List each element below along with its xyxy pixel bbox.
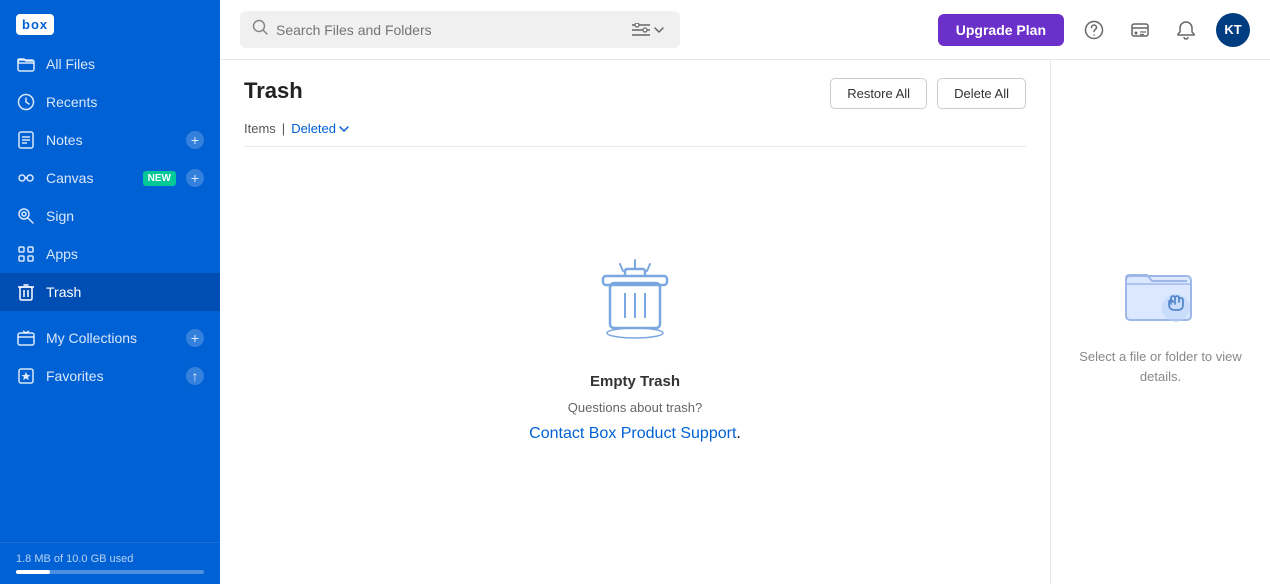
storage-bar-fill [16,570,50,574]
sidebar-item-label-notes: Notes [46,132,176,148]
favorites-add-button[interactable]: ↑ [186,367,204,385]
link-suffix: . [736,425,740,442]
sidebar-logo[interactable]: box [0,0,220,45]
storage-used-text: 1.8 MB of 10.0 GB used [16,553,133,565]
relay-icon[interactable] [1124,14,1156,46]
notes-icon [16,130,36,150]
sidebar-item-apps[interactable]: Apps [0,235,220,273]
favorites-icon [16,366,36,386]
sidebar-item-label-apps: Apps [46,246,204,262]
header: Upgrade Plan [220,0,1270,60]
collections-icon [16,328,36,348]
sidebar-item-notes[interactable]: Notes + [0,121,220,159]
sidebar-item-my-collections[interactable]: My Collections + [0,319,220,357]
filter-deleted-label: Deleted [291,121,336,136]
sidebar-item-trash[interactable]: Trash [0,273,220,311]
sidebar-item-label-trash: Trash [46,284,204,300]
sidebar-item-label-recents: Recents [46,94,204,110]
user-avatar[interactable]: KT [1216,13,1250,47]
help-icon[interactable] [1078,14,1110,46]
main-panel: Trash Restore All Delete All Items | Del… [220,60,1050,584]
sidebar-item-label-canvas: Canvas [46,170,133,186]
search-input[interactable] [276,22,620,38]
sidebar-item-canvas[interactable]: Canvas NEW + [0,159,220,197]
header-right: Upgrade Plan [938,13,1250,47]
content: Trash Restore All Delete All Items | Del… [220,60,1270,584]
sidebar-footer: 1.8 MB of 10.0 GB used [0,542,220,584]
canvas-icon [16,168,36,188]
search-bar[interactable] [240,11,680,48]
sidebar-item-label-my-collections: My Collections [46,330,176,346]
filter-items-label: Items [244,121,276,136]
my-collections-add-button[interactable]: + [186,329,204,347]
empty-state: Empty Trash Questions about trash? Conta… [220,147,1050,584]
clock-icon [16,92,36,112]
delete-all-button[interactable]: Delete All [937,78,1026,109]
empty-trash-icon [585,248,685,353]
sidebar-item-label-all-files: All Files [46,56,204,72]
sidebar-item-label-favorites: Favorites [46,368,176,384]
canvas-new-badge: NEW [143,171,176,186]
notes-add-button[interactable]: + [186,131,204,149]
sidebar-item-label-sign: Sign [46,208,204,224]
details-panel-text: Select a file or folder to view details. [1071,347,1250,386]
trash-icon [16,282,36,302]
search-filter-button[interactable] [628,21,668,39]
storage-bar-bg [16,570,204,574]
page-title: Trash [244,78,303,104]
notifications-icon[interactable] [1170,14,1202,46]
search-icon [252,19,268,40]
upgrade-plan-button[interactable]: Upgrade Plan [938,14,1064,46]
canvas-add-button[interactable]: + [186,169,204,187]
details-panel: Select a file or folder to view details. [1050,60,1270,584]
empty-title: Empty Trash [590,373,680,390]
box-logo-text: box [16,14,54,35]
empty-link-line: Contact Box Product Support. [529,425,741,443]
action-buttons: Restore All Delete All [830,78,1026,109]
empty-subtitle: Questions about trash? [568,400,702,415]
sign-icon [16,206,36,226]
apps-icon [16,244,36,264]
content-header: Trash Restore All Delete All [220,60,1050,121]
filter-separator: | [282,121,285,136]
sidebar-item-recents[interactable]: Recents [0,83,220,121]
sidebar-item-all-files[interactable]: All Files [0,45,220,83]
main-area: Upgrade Plan [220,0,1270,584]
filter-bar: Items | Deleted [220,121,1050,146]
sidebar-nav: All Files Recents Notes [0,45,220,542]
sidebar: box All Files Recents [0,0,220,584]
empty-subtitle-text: Questions about trash? [568,400,702,415]
filter-deleted-dropdown[interactable]: Deleted [291,121,349,136]
contact-support-link[interactable]: Contact Box Product Support [529,425,736,442]
details-folder-icon [1121,258,1201,333]
folder-icon [16,54,36,74]
sidebar-item-favorites[interactable]: Favorites ↑ [0,357,220,395]
sidebar-item-sign[interactable]: Sign [0,197,220,235]
restore-all-button[interactable]: Restore All [830,78,927,109]
